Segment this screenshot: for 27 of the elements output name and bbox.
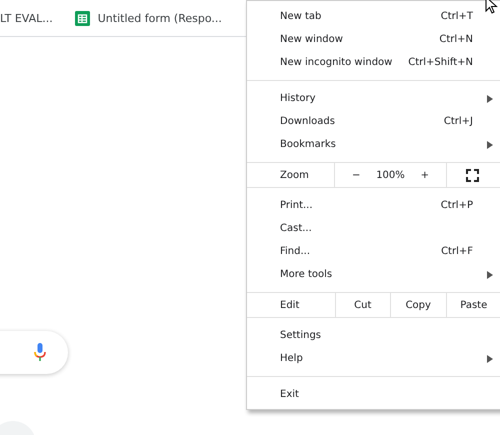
menu-item[interactable]: Find... Ctrl+F xyxy=(247,240,500,263)
submenu-arrow-icon xyxy=(487,94,493,102)
menu-item[interactable]: Cast... xyxy=(247,217,500,240)
menu-item[interactable]: Help xyxy=(247,347,500,370)
bookmark-link[interactable]: LT EVAL... xyxy=(0,12,53,24)
zoom-in-button[interactable]: + xyxy=(408,170,442,180)
edit-label: Edit xyxy=(279,298,300,312)
zoom-out-button[interactable]: − xyxy=(339,170,374,180)
menu-item[interactable]: More tools xyxy=(247,263,500,286)
menu-item[interactable]: Downloads Ctrl+J xyxy=(247,110,500,133)
submenu-arrow-icon xyxy=(487,270,493,278)
menu-item[interactable]: Exit xyxy=(247,383,500,406)
submenu-arrow-icon xyxy=(487,354,493,362)
menu-item[interactable]: New tab Ctrl+T xyxy=(247,5,500,28)
zoom-level: 100% xyxy=(375,170,406,180)
submenu-arrow-icon xyxy=(487,140,493,148)
microphone-icon[interactable] xyxy=(34,343,46,362)
fullscreen-icon[interactable] xyxy=(466,168,478,182)
menu-item[interactable]: Settings xyxy=(247,324,500,347)
menu-item[interactable]: New window Ctrl+N xyxy=(247,28,500,51)
menu-item[interactable]: Bookmarks xyxy=(247,133,500,156)
menu-item[interactable]: New incognito window Ctrl+Shift+N xyxy=(247,51,500,74)
menu-item[interactable]: Print... Ctrl+P xyxy=(247,194,500,217)
spreadsheet-icon xyxy=(74,10,90,26)
bookmark-link[interactable]: Untitled form (Respo... xyxy=(98,12,222,24)
zoom-label: Zoom xyxy=(279,168,310,182)
menu-item[interactable]: History xyxy=(247,87,500,110)
